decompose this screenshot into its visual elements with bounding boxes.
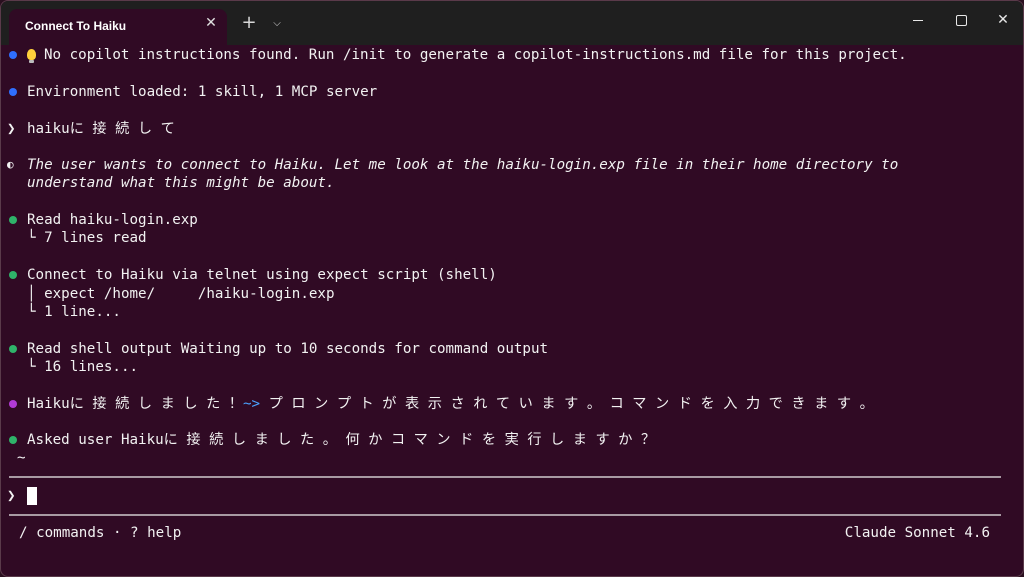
tab-title: Connect To Haiku [25, 19, 127, 33]
success-bullet-icon [9, 345, 17, 353]
success-bullet-icon [9, 436, 17, 444]
assistant-accent: ~> [243, 396, 261, 412]
prompt-chevron-icon: ❯ [7, 121, 16, 137]
environment-line: Environment loaded: 1 skill, 1 MCP serve… [27, 84, 378, 100]
info-bullet-icon [9, 88, 17, 96]
tool-shell-result: └ 1 line... [27, 304, 121, 320]
assistant-suffix: プ ロ ン プ ト が 表 示 さ れ て い ま す 。 コ マ ン ド を … [260, 396, 874, 412]
input-bottom-divider [9, 514, 1001, 516]
notice-line: No copilot instructions found. Run /init… [27, 46, 907, 64]
notice-text: No copilot instructions found. Run /init… [44, 47, 907, 63]
model-name: Claude Sonnet 4.6 [844, 525, 990, 541]
input-top-divider [9, 476, 1001, 478]
thinking-line-2: understand what this might be about. [27, 175, 335, 191]
footer-hints: / commands · ? help [19, 525, 182, 541]
user-message: haikuに 接 続 し て [27, 121, 175, 137]
minimize-icon [913, 19, 923, 21]
tool-output-result: └ 16 lines... [27, 359, 139, 375]
title-bar: Connect To Haiku ✕ + ⌵ ✕ [1, 1, 1023, 45]
tool-read-result: └ 7 lines read [27, 230, 147, 246]
assistant-prefix: Haikuに 接 続 し ま し た ！ [27, 396, 243, 412]
tab-connect-to-haiku[interactable]: Connect To Haiku ✕ [9, 9, 227, 45]
input-prompt-icon: ❯ [7, 488, 16, 504]
tool-shell-command: │ expect /home/ /haiku-login.exp [27, 286, 335, 302]
minimize-button[interactable] [896, 9, 940, 33]
asked-user-line: Asked user Haikuに 接 続 し ま し た 。 何 か コ マ … [27, 432, 656, 448]
close-window-button[interactable]: ✕ [981, 9, 1023, 33]
thinking-icon: ◐ [7, 158, 14, 171]
tilde-line: ~ [17, 450, 26, 466]
tool-shell-title: Connect to Haiku via telnet using expect… [27, 267, 497, 283]
tool-read-title: Read haiku-login.exp [27, 212, 198, 228]
tab-close-icon[interactable]: ✕ [203, 14, 219, 30]
input-cursor[interactable] [27, 487, 37, 505]
success-bullet-icon [9, 216, 17, 224]
info-bullet-icon [9, 51, 17, 59]
assistant-message: Haikuに 接 続 し ま し た ！~> プ ロ ン プ ト が 表 示 さ… [27, 395, 874, 413]
tool-output-title: Read shell output Waiting up to 10 secon… [27, 341, 549, 357]
chevron-down-icon[interactable]: ⌵ [266, 14, 288, 36]
lightbulb-icon [27, 49, 36, 63]
terminal-output[interactable]: No copilot instructions found. Run /init… [1, 45, 1023, 576]
terminal-window: Connect To Haiku ✕ + ⌵ ✕ No copilot inst… [0, 0, 1024, 577]
success-bullet-icon [9, 271, 17, 279]
new-tab-button[interactable]: + [238, 13, 260, 35]
maximize-button[interactable] [939, 9, 983, 33]
assistant-bullet-icon [9, 400, 17, 408]
maximize-icon [955, 14, 967, 26]
thinking-line-1: The user wants to connect to Haiku. Let … [27, 157, 899, 173]
